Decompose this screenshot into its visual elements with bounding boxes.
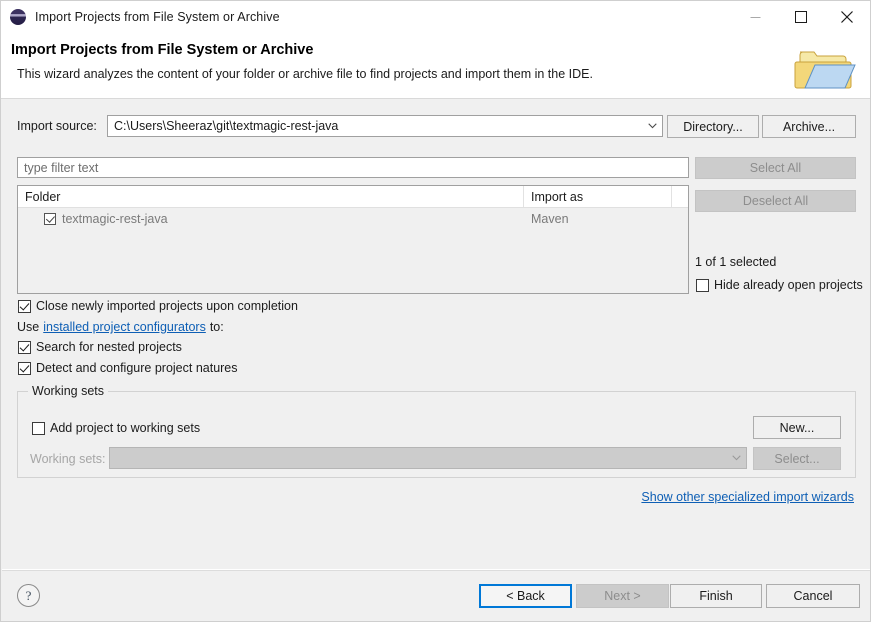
- configurators-row: Use installed project configurators to:: [17, 320, 224, 334]
- eclipse-icon: [10, 9, 26, 25]
- close-imported-label: Close newly imported projects upon compl…: [36, 299, 298, 313]
- search-nested-label: Search for nested projects: [36, 340, 182, 354]
- select-working-set-button[interactable]: Select...: [753, 447, 841, 470]
- footer-separator: [2, 569, 870, 571]
- chevron-down-icon[interactable]: [726, 455, 746, 461]
- window-title: Import Projects from File System or Arch…: [35, 10, 280, 24]
- import-source-value: C:\Users\Sheeraz\git\textmagic-rest-java: [114, 119, 339, 133]
- use-prefix-label: Use: [17, 320, 40, 334]
- working-sets-combo[interactable]: [109, 447, 747, 469]
- back-button[interactable]: < Back: [479, 584, 572, 608]
- new-working-set-button[interactable]: New...: [753, 416, 841, 439]
- other-import-wizards-link[interactable]: Show other specialized import wizards: [641, 490, 854, 504]
- import-source-combo[interactable]: C:\Users\Sheeraz\git\textmagic-rest-java: [107, 115, 663, 137]
- filter-input[interactable]: type filter text: [17, 157, 689, 178]
- close-imported-checkbox[interactable]: Close newly imported projects upon compl…: [18, 299, 298, 313]
- wizard-banner: Import Projects from File System or Arch…: [1, 33, 870, 99]
- directory-button[interactable]: Directory...: [667, 115, 759, 138]
- select-all-button[interactable]: Select All: [695, 157, 856, 179]
- import-folder-icon: [790, 38, 858, 94]
- maximize-icon[interactable]: [778, 1, 824, 33]
- page-description: This wizard analyzes the content of your…: [17, 67, 593, 81]
- detect-natures-checkbox[interactable]: Detect and configure project natures: [18, 361, 238, 375]
- chevron-down-icon[interactable]: [642, 123, 662, 129]
- table-body: textmagic-rest-java Maven: [18, 208, 688, 229]
- next-button[interactable]: Next >: [576, 584, 669, 608]
- archive-button[interactable]: Archive...: [762, 115, 856, 138]
- checkbox-box: [18, 361, 31, 375]
- use-suffix-label: to:: [209, 320, 224, 334]
- installed-project-configurators-link[interactable]: installed project configurators: [43, 320, 206, 334]
- import-source-label: Import source:: [17, 119, 97, 133]
- import-wizard-dialog: Import Projects from File System or Arch…: [0, 0, 871, 622]
- table-cell-import-as: Maven: [531, 211, 569, 226]
- checkbox-box: [18, 299, 31, 313]
- page-title: Import Projects from File System or Arch…: [11, 42, 314, 58]
- search-nested-checkbox[interactable]: Search for nested projects: [18, 340, 182, 354]
- window-controls: [732, 1, 870, 33]
- table-header: Folder Import as: [18, 186, 688, 208]
- checkbox-box: [696, 278, 709, 292]
- column-header-folder[interactable]: Folder: [18, 186, 524, 207]
- column-header-spacer: [672, 186, 688, 207]
- selection-status: 1 of 1 selected: [695, 255, 777, 269]
- table-cell-folder-text: textmagic-rest-java: [62, 211, 168, 226]
- hide-open-projects-label: Hide already open projects: [714, 278, 863, 292]
- cancel-button[interactable]: Cancel: [766, 584, 860, 608]
- deselect-all-button[interactable]: Deselect All: [695, 190, 856, 212]
- add-to-working-sets-label: Add project to working sets: [50, 421, 201, 435]
- minimize-icon[interactable]: [732, 1, 778, 33]
- table-cell-folder[interactable]: textmagic-rest-java: [18, 212, 524, 226]
- table-row[interactable]: textmagic-rest-java Maven: [18, 208, 688, 229]
- add-to-working-sets-checkbox[interactable]: Add project to working sets: [32, 421, 200, 435]
- checkbox-box: [32, 421, 45, 435]
- projects-table[interactable]: Folder Import as textmagic-rest-java Mav…: [17, 185, 689, 294]
- help-button[interactable]: ?: [17, 584, 40, 607]
- working-sets-group-title: Working sets: [28, 384, 109, 398]
- close-icon[interactable]: [824, 1, 870, 33]
- row-checkbox[interactable]: [44, 212, 56, 225]
- working-sets-label: Working sets:: [30, 452, 106, 466]
- column-header-import-as[interactable]: Import as: [524, 186, 672, 207]
- finish-button[interactable]: Finish: [670, 584, 762, 608]
- detect-natures-label: Detect and configure project natures: [36, 361, 238, 375]
- hide-open-projects-checkbox[interactable]: Hide already open projects: [696, 278, 863, 292]
- checkbox-box: [18, 340, 31, 354]
